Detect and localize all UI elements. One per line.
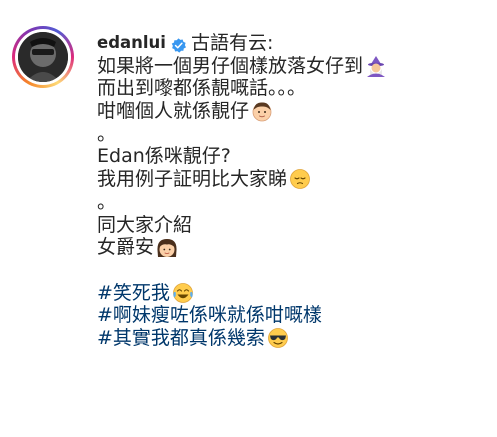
caption-hashtag-line-3: #其實我都真係幾索 (97, 327, 487, 350)
caption-line-10: 女爵安 (97, 236, 487, 259)
caption-line-8: 。 (97, 191, 487, 214)
story-ring[interactable] (12, 26, 74, 88)
caption-text-line: 而出到嚟都係靚嘅話。。。 (97, 77, 307, 100)
wizard-emoji-icon (365, 55, 387, 78)
caption-text-line: 。 (97, 122, 117, 145)
caption-line-9: 同大家介紹 (97, 214, 487, 237)
caption-line-4: 咁嗰個人就係靚仔 (97, 100, 487, 123)
tears-of-joy-emoji-icon (172, 282, 194, 304)
verified-badge-icon (171, 36, 186, 53)
girl-face-emoji-icon (156, 237, 178, 259)
caption-line-3: 而出到嚟都係靚嘅話。。。 (97, 77, 487, 100)
caption-line-6: Edan係咪靚仔? (97, 145, 487, 168)
caption-hashtag-line-2: #啊妹瘦咗係咪就係咁嘅樣 (97, 304, 487, 327)
avatar-photo (18, 32, 68, 82)
avatar[interactable] (18, 32, 68, 82)
caption-text-line: 女爵安 (97, 236, 155, 259)
pensive-face-emoji-icon (289, 168, 311, 190)
caption-line-5: 。 (97, 123, 487, 146)
sunglasses-face-emoji-icon (267, 327, 289, 349)
caption-line-7: 我用例子証明比大家睇 (97, 168, 487, 191)
caption-text-line: 我用例子証明比大家睇 (97, 168, 288, 191)
caption-text-line: 。 (97, 190, 117, 213)
hashtag-link[interactable]: #笑死我 (97, 282, 170, 305)
caption-hashtag-line-1: #笑死我 (97, 282, 487, 305)
caption-line-1: edanlui 古語有云: (97, 32, 487, 55)
hashtag-link[interactable]: #啊妹瘦咗係咪就係咁嘅樣 (97, 304, 322, 327)
post-caption-section: edanlui 古語有云: 如果將一個男仔個樣放落女仔到 而出到嚟都係靚嘅話。。… (0, 0, 497, 437)
username-link[interactable]: edanlui (97, 32, 166, 55)
caption-text-line: 咁嗰個人就係靚仔 (97, 100, 250, 123)
caption-line-2: 如果將一個男仔個樣放落女仔到 (97, 55, 487, 78)
hashtag-link[interactable]: #其實我都真係幾索 (97, 327, 265, 350)
caption-text-line: 同大家介紹 (97, 213, 193, 236)
caption-text: edanlui 古語有云: 如果將一個男仔個樣放落女仔到 而出到嚟都係靚嘅話。。… (97, 32, 487, 350)
caption-text-line: Edan係咪靚仔? (97, 145, 231, 168)
boy-face-emoji-icon (251, 100, 273, 122)
caption-text-line: 古語有云: (190, 32, 274, 54)
caption-text-line: 如果將一個男仔個樣放落女仔到 (97, 54, 364, 77)
